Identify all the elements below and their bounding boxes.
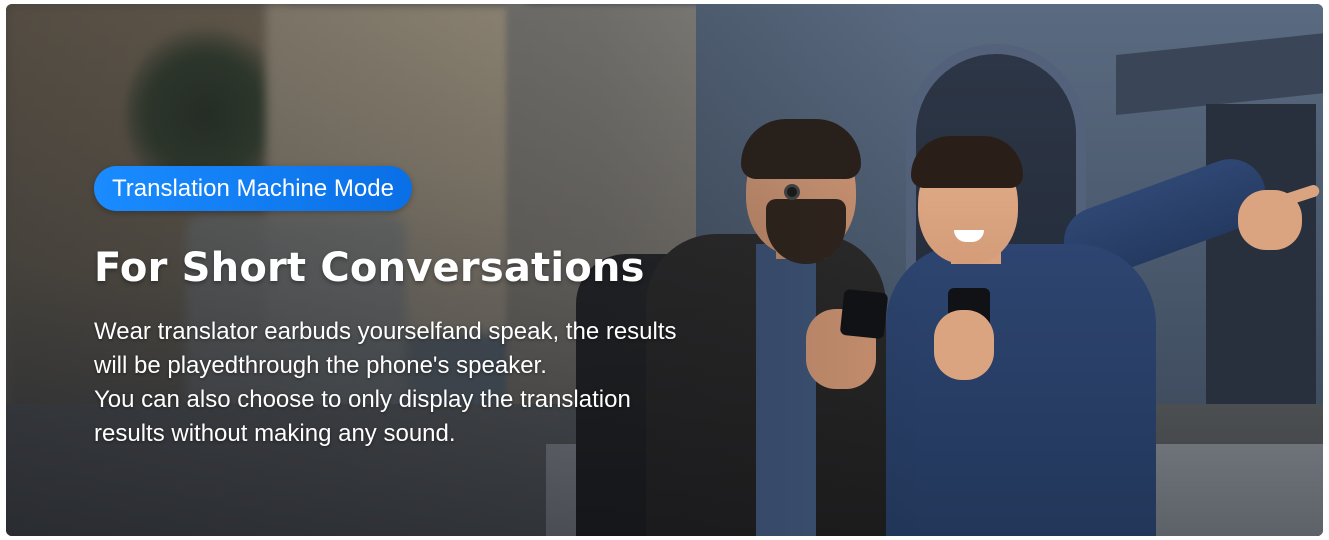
description: Wear translator earbuds yourselfand spea…: [94, 315, 814, 451]
description-line: Wear translator earbuds yourselfand spea…: [94, 318, 677, 345]
description-line: will be playedthrough the phone's speake…: [94, 352, 547, 379]
description-line: results without making any sound.: [94, 420, 456, 447]
mode-badge: Translation Machine Mode: [94, 166, 412, 211]
headline: For Short Conversations: [94, 245, 645, 291]
hero-banner: Translation Machine Mode For Short Conve…: [6, 4, 1323, 536]
banner-content: Translation Machine Mode For Short Conve…: [94, 166, 814, 451]
description-line: You can also choose to only display the …: [94, 386, 631, 413]
